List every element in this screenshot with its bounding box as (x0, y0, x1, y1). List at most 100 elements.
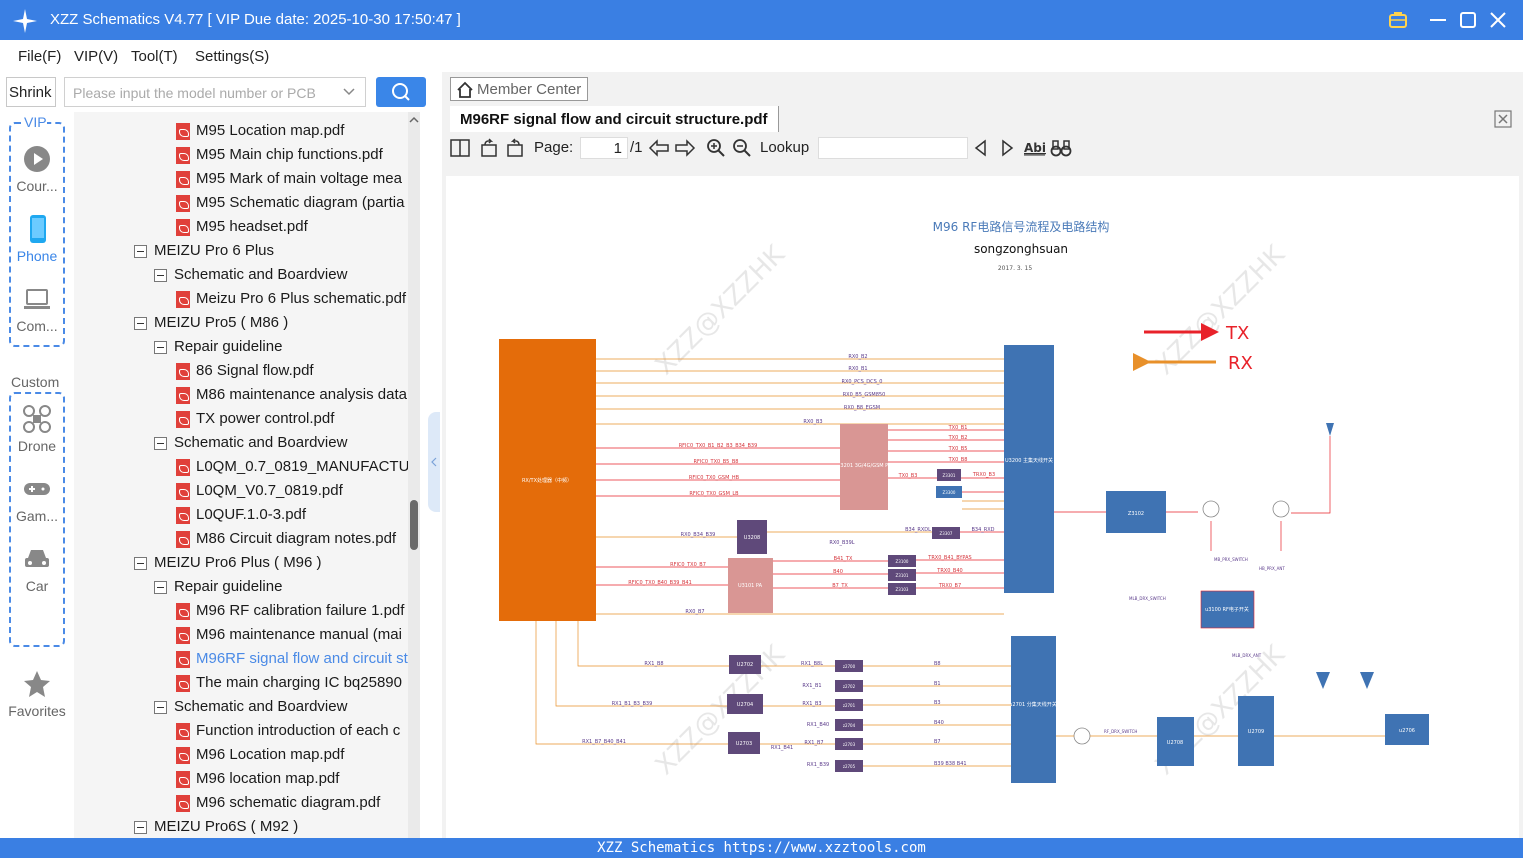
band-label: B7 (934, 739, 941, 745)
gamepad-icon (24, 483, 50, 495)
collapse-toggle-icon[interactable] (154, 341, 167, 354)
binoculars-icon[interactable] (1050, 138, 1072, 158)
tree-item-label: M95 Main chip functions.pdf (196, 146, 383, 163)
close-tab-icon[interactable] (1494, 110, 1512, 128)
lookup-input[interactable] (818, 137, 968, 159)
sidebar-item-game[interactable]: Gam... (0, 474, 74, 524)
watermark: XZZ@XZZHK (650, 239, 792, 381)
collapse-toggle-icon[interactable] (134, 317, 147, 330)
rx1-label: RX1_B8L (801, 661, 823, 667)
tx-label: TX0_B2 (948, 435, 968, 441)
sidebar-item-label: Cour... (16, 178, 58, 194)
rx-label: RX0_B2 (848, 354, 867, 360)
z3301-label: Z3301 (943, 473, 956, 478)
tree-item-label: M96 RF calibration failure 1.pdf (196, 602, 405, 619)
member-center-button[interactable]: Member Center (450, 77, 588, 101)
collapse-panel-handle[interactable] (428, 412, 440, 512)
search-button[interactable] (376, 77, 426, 107)
two-page-icon[interactable] (450, 138, 470, 158)
collapse-toggle-icon[interactable] (154, 701, 167, 714)
rx-path-label: B34_RXD (971, 527, 994, 533)
u2708-label: U2708 (1167, 740, 1183, 746)
car-icon (25, 550, 49, 567)
pdf-file-icon (176, 147, 190, 164)
tree-item-label: TX power control.pdf (196, 410, 335, 427)
tree-scrollbar[interactable] (408, 112, 420, 838)
search-placeholder: Please input the model number or PCB (73, 85, 316, 101)
phone-icon (30, 215, 46, 243)
filter-label: z2700 (843, 664, 856, 669)
custom-label: Custom (11, 374, 60, 390)
find-next-icon[interactable] (998, 138, 1016, 158)
sidebar-item-car[interactable]: Car (0, 544, 74, 594)
tree-item-label: Schematic and Boardview (174, 266, 348, 283)
collapse-toggle-icon[interactable] (154, 581, 167, 594)
pdf-file-icon (176, 459, 190, 476)
page-number-input[interactable]: 1 (580, 137, 628, 159)
tree-item-label: M95 headset.pdf (196, 218, 308, 235)
briefcase-icon[interactable] (1386, 8, 1410, 32)
collapse-toggle-icon[interactable] (154, 437, 167, 450)
menu-settings[interactable]: Settings(S) (195, 48, 269, 65)
find-previous-icon[interactable] (972, 138, 990, 158)
tree-item-label: M96 schematic diagram.pdf (196, 794, 381, 811)
member-center-label: Member Center (477, 81, 582, 98)
sidebar-item-computer[interactable]: Com... (0, 284, 74, 334)
sidebar-item-label: Gam... (15, 508, 58, 524)
tx-path-label: B41_TX (834, 556, 853, 562)
pdf-file-icon (176, 411, 190, 428)
zoom-in-icon[interactable] (706, 138, 726, 158)
sidebar-item-phone[interactable]: Phone (0, 214, 74, 264)
maximize-icon[interactable] (1456, 8, 1480, 32)
menu-file[interactable]: File(F) (18, 48, 61, 65)
pdf-file-icon (176, 531, 190, 548)
collapse-toggle-icon[interactable] (154, 269, 167, 282)
shrink-button[interactable]: Shrink (6, 77, 56, 107)
menu-tool[interactable]: Tool(T) (131, 48, 178, 65)
title-bar: XZZ Schematics V4.77 [ VIP Due date: 202… (0, 0, 1523, 40)
antenna-label: HB_PRX_ANT (1259, 566, 1285, 571)
pdf-page[interactable]: XZZ@XZZHK XZZ@XZZHK XZZ@XZZHK XZZ@XZZHK … (446, 176, 1519, 838)
file-tree[interactable]: M95 Location map.pdf M95 Main chip functi… (74, 112, 408, 838)
collapse-toggle-icon[interactable] (134, 245, 147, 258)
switch-label: MB_PRX_SWITCH (1214, 557, 1248, 562)
scroll-up-icon[interactable] (408, 114, 420, 126)
close-icon[interactable] (1486, 8, 1510, 32)
collapse-toggle-icon[interactable] (134, 821, 147, 834)
pdf-file-icon (176, 123, 190, 140)
tx-label: TX0_B1 (948, 425, 968, 431)
rx-label: RX0_B3 (803, 419, 822, 425)
match-case-icon[interactable]: Abi (1024, 138, 1046, 158)
sidebar-item-courses[interactable]: Cour... (0, 144, 74, 194)
u3101-label: U3101 PA (738, 583, 763, 589)
zoom-out-icon[interactable] (732, 138, 752, 158)
tx-path-label: RFIC0_TX0_GSM_LB (689, 491, 739, 497)
pdf-file-icon (176, 291, 190, 308)
pdf-file-icon (176, 747, 190, 764)
pdf-file-icon (176, 771, 190, 788)
arrow-right-icon[interactable] (674, 138, 696, 158)
tree-item-label: L0QM_V0.7_0819.pdf (196, 482, 343, 499)
rx-legend-label: RX (1228, 353, 1253, 374)
minimize-icon[interactable] (1426, 8, 1450, 32)
band-label: B40 (934, 720, 944, 726)
tx-label: TX0_B5 (948, 446, 968, 452)
rx-label: RX0_PCS_DCS_0 (842, 379, 883, 385)
rotate-left-icon[interactable] (479, 138, 499, 158)
rx-label: RX0_B8_EGSM (844, 405, 880, 411)
z3100-label: Z3100 (896, 559, 909, 564)
tree-item-label: M96RF signal flow and circuit st (196, 650, 408, 667)
tree-item-label: MEIZU Pro 6 Plus (154, 242, 275, 259)
sidebar-item-favorites[interactable]: Favorites (0, 669, 74, 719)
viewer-pane: Member Center M96RF signal flow and circ… (442, 72, 1523, 838)
z3103-label: Z3103 (896, 587, 909, 592)
chevron-down-icon[interactable] (343, 86, 355, 98)
arrow-left-icon[interactable] (648, 138, 670, 158)
rotate-right-icon[interactable] (505, 138, 525, 158)
menu-vip[interactable]: VIP(V) (74, 48, 118, 65)
sidebar-item-drone[interactable]: Drone (0, 404, 74, 454)
collapse-toggle-icon[interactable] (134, 557, 147, 570)
document-tab[interactable]: M96RF signal flow and circuit structure.… (450, 106, 779, 132)
scrollbar-thumb[interactable] (410, 500, 418, 550)
search-input[interactable]: Please input the model number or PCB (64, 77, 366, 107)
